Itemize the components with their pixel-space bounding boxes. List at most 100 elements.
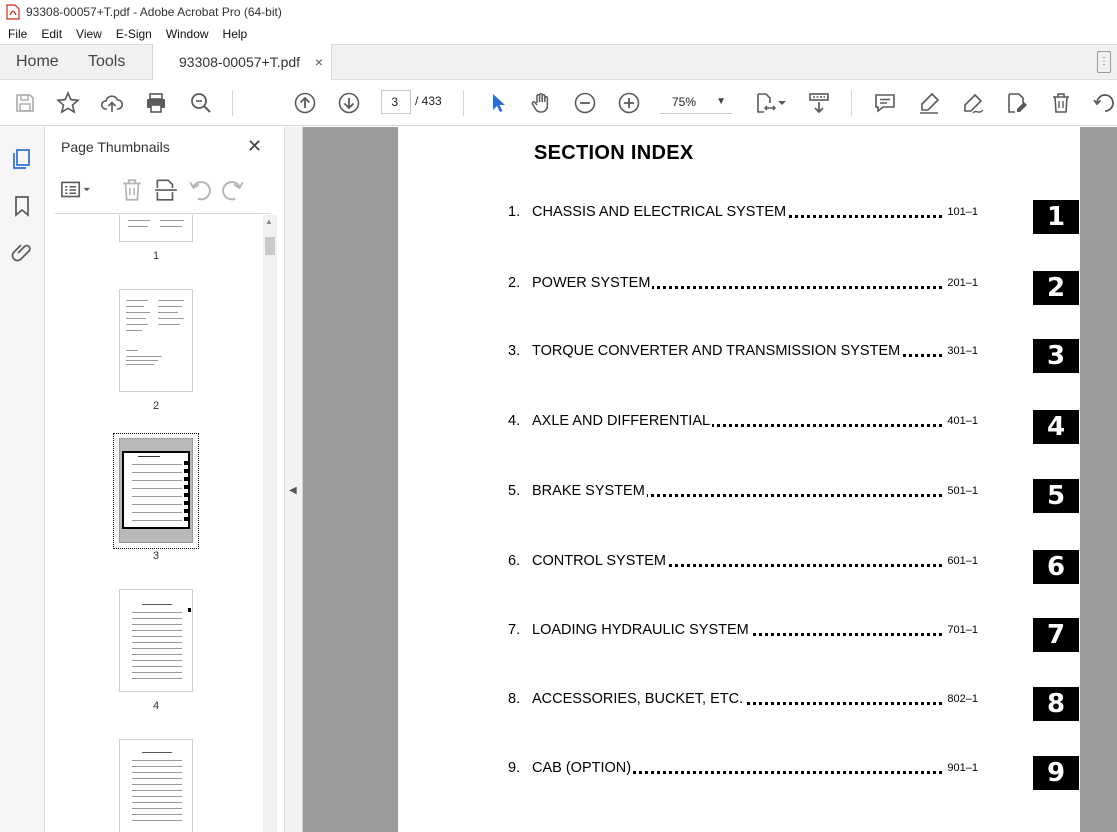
entry-name: POWER SYSTEM xyxy=(532,275,653,291)
thumbnail-label: 2 xyxy=(152,400,160,412)
entry-name: CONTROL SYSTEM xyxy=(532,553,669,569)
document-view[interactable]: SECTION INDEX 1. CHASSIS AND ELECTRICAL … xyxy=(303,127,1117,832)
page-total: / 433 xyxy=(415,94,442,108)
zoom-value: 75% xyxy=(672,95,697,109)
close-panel-icon[interactable]: ✕ xyxy=(247,136,262,157)
scrollbar-thumb[interactable] xyxy=(265,237,275,255)
entry-name: CHASSIS AND ELECTRICAL SYSTEM xyxy=(532,204,789,220)
thumbnail-options-icon[interactable] xyxy=(59,177,91,203)
entry-page: 201–1 xyxy=(945,277,978,289)
tab-row: Home Tools 93308-00057+T.pdf × ⋮ xyxy=(0,44,1117,81)
index-entry: 2. POWER SYSTEM 201–1 xyxy=(508,275,978,295)
acrobat-pdf-icon xyxy=(6,4,20,20)
page-thumbnail-5[interactable] xyxy=(119,739,193,832)
entry-number: 3. xyxy=(508,343,521,359)
rotate-icon[interactable] xyxy=(1092,90,1117,116)
entry-page: 802–1 xyxy=(945,693,978,705)
section-tab: 7 xyxy=(1033,618,1079,652)
edit-pdf-icon[interactable] xyxy=(1004,90,1030,116)
entry-number: 5. xyxy=(508,483,521,499)
rotate-left-icon[interactable] xyxy=(187,177,213,203)
menu-window[interactable]: Window xyxy=(158,27,215,41)
window-title: 93308-00057+T.pdf - Adobe Acrobat Pro (6… xyxy=(26,5,282,19)
entry-name: CAB (OPTION) xyxy=(532,760,634,776)
attachment-icon[interactable] xyxy=(10,240,34,264)
entry-page: 701–1 xyxy=(945,624,978,636)
entry-number: 7. xyxy=(508,622,521,638)
entry-page: 301–1 xyxy=(945,345,978,357)
section-tab: 2 xyxy=(1033,271,1079,305)
page-number-input[interactable]: 3 xyxy=(381,90,411,114)
menu-esign[interactable]: E-Sign xyxy=(108,27,158,41)
title-bar: 93308-00057+T.pdf - Adobe Acrobat Pro (6… xyxy=(0,0,1117,24)
section-tab: 5 xyxy=(1033,479,1079,513)
highlight-icon[interactable] xyxy=(916,90,942,116)
collapse-panel-icon[interactable]: ◀ xyxy=(289,485,297,496)
hand-icon[interactable] xyxy=(528,90,554,116)
entry-page: 401–1 xyxy=(945,415,978,427)
section-tab: 6 xyxy=(1033,550,1079,584)
zoom-out-icon[interactable] xyxy=(572,90,598,116)
print-icon[interactable] xyxy=(143,90,169,116)
entry-name: LOADING HYDRAULIC SYSTEM xyxy=(532,622,751,638)
chevron-down-icon: ▼ xyxy=(716,96,726,107)
thumbnail-scrollbar[interactable]: ▲ xyxy=(263,215,277,832)
page-thumbnail-4[interactable] xyxy=(119,589,193,692)
thumbnail-label: 1 xyxy=(152,250,160,262)
tab-home[interactable]: Home xyxy=(16,45,59,80)
fit-page-dropdown-icon[interactable] xyxy=(776,90,788,116)
entry-page: 501–1 xyxy=(945,485,978,497)
extract-pages-icon[interactable] xyxy=(153,177,179,203)
sign-icon[interactable] xyxy=(960,90,986,116)
upload-icon[interactable] xyxy=(99,90,125,116)
zoom-select[interactable]: 75% ▼ xyxy=(660,90,732,114)
entry-page: 101–1 xyxy=(945,206,978,218)
thumbnail-label: 4 xyxy=(152,700,160,712)
bookmark-icon[interactable] xyxy=(10,194,34,218)
thumbnail-label: 3 xyxy=(152,550,160,562)
entry-name: BRAKE SYSTEM xyxy=(532,483,647,499)
tab-document[interactable]: 93308-00057+T.pdf × xyxy=(152,44,332,81)
menu-bar: File Edit View E-Sign Window Help xyxy=(0,24,1117,44)
index-entry: 4. AXLE AND DIFFERENTIAL 401–1 xyxy=(508,413,978,433)
entry-number: 4. xyxy=(508,413,521,429)
save-icon[interactable] xyxy=(12,90,38,116)
star-icon[interactable] xyxy=(55,90,81,116)
section-tab: 4 xyxy=(1033,410,1079,444)
index-entry: 3. TORQUE CONVERTER AND TRANSMISSION SYS… xyxy=(508,343,978,363)
delete-page-icon[interactable] xyxy=(119,177,145,203)
select-cursor-icon[interactable] xyxy=(485,90,511,116)
left-navigation-rail xyxy=(0,127,45,832)
delete-icon[interactable] xyxy=(1048,90,1074,116)
thumbnail-list: 1 2 3 4 xyxy=(45,215,261,832)
menu-view[interactable]: View xyxy=(68,27,108,41)
entry-number: 8. xyxy=(508,691,521,707)
fit-page-icon[interactable] xyxy=(752,90,778,116)
page-thumbnail-3[interactable] xyxy=(119,438,193,543)
thumbnail-toolbar xyxy=(45,171,285,213)
scroll-mode-icon[interactable] xyxy=(806,90,832,116)
index-entry: 5. BRAKE SYSTEM 501–1 xyxy=(508,483,978,503)
tab-tools[interactable]: Tools xyxy=(88,45,125,80)
panel-splitter[interactable]: ◀ xyxy=(285,127,303,832)
menu-help[interactable]: Help xyxy=(215,27,254,41)
comment-icon[interactable] xyxy=(872,90,898,116)
menu-file[interactable]: File xyxy=(0,27,33,41)
entry-name: AXLE AND DIFFERENTIAL xyxy=(532,413,713,429)
zoom-search-icon[interactable] xyxy=(188,90,214,116)
rotate-right-icon[interactable] xyxy=(220,177,246,203)
page-thumbnails-icon[interactable] xyxy=(10,147,34,171)
page-thumbnails-panel: Page Thumbnails ✕ 1 2 3 4 ▲ xyxy=(45,127,285,832)
entry-page: 601–1 xyxy=(945,555,978,567)
page-thumbnail-1[interactable] xyxy=(119,215,193,242)
prev-page-icon[interactable] xyxy=(292,90,318,116)
section-index-title: SECTION INDEX xyxy=(534,142,694,164)
scroll-up-icon[interactable]: ▲ xyxy=(265,217,273,226)
index-entry: 6. CONTROL SYSTEM 601–1 xyxy=(508,553,978,573)
more-options-icon[interactable]: ⋮ xyxy=(1097,51,1111,73)
page-thumbnail-2[interactable] xyxy=(119,289,193,392)
close-tab-icon[interactable]: × xyxy=(315,44,323,80)
zoom-in-icon[interactable] xyxy=(616,90,642,116)
next-page-icon[interactable] xyxy=(336,90,362,116)
menu-edit[interactable]: Edit xyxy=(33,27,68,41)
